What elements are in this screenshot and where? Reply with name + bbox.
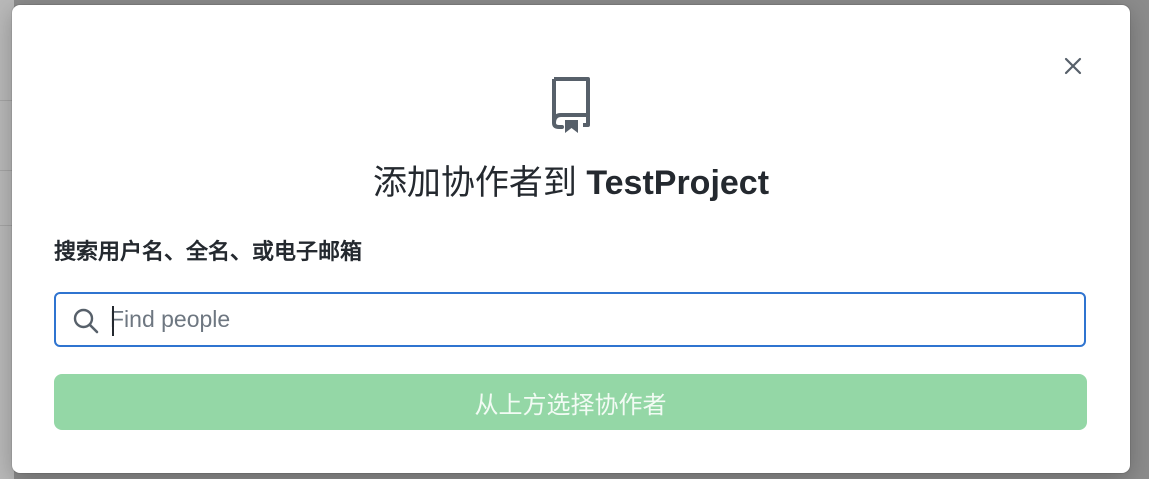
search-icon <box>73 308 99 334</box>
dialog-title-prefix: 添加协作者到 <box>372 164 577 202</box>
text-caret <box>112 306 114 336</box>
close-icon <box>1064 57 1082 75</box>
project-name: TestProject <box>586 164 770 202</box>
close-button[interactable] <box>1061 54 1085 78</box>
select-collaborator-button[interactable]: 从上方选择协作者 <box>54 374 1087 430</box>
search-field-label: 搜索用户名、全名、或电子邮箱 <box>54 239 363 264</box>
repo-book-icon <box>552 77 590 133</box>
dialog-title: 添加协作者到 TestProject <box>12 160 1130 206</box>
search-field[interactable] <box>54 292 1086 347</box>
add-collaborator-dialog: 添加协作者到 TestProject 搜索用户名、全名、或电子邮箱 从上方选择协… <box>12 5 1130 473</box>
search-input[interactable] <box>110 296 1070 343</box>
